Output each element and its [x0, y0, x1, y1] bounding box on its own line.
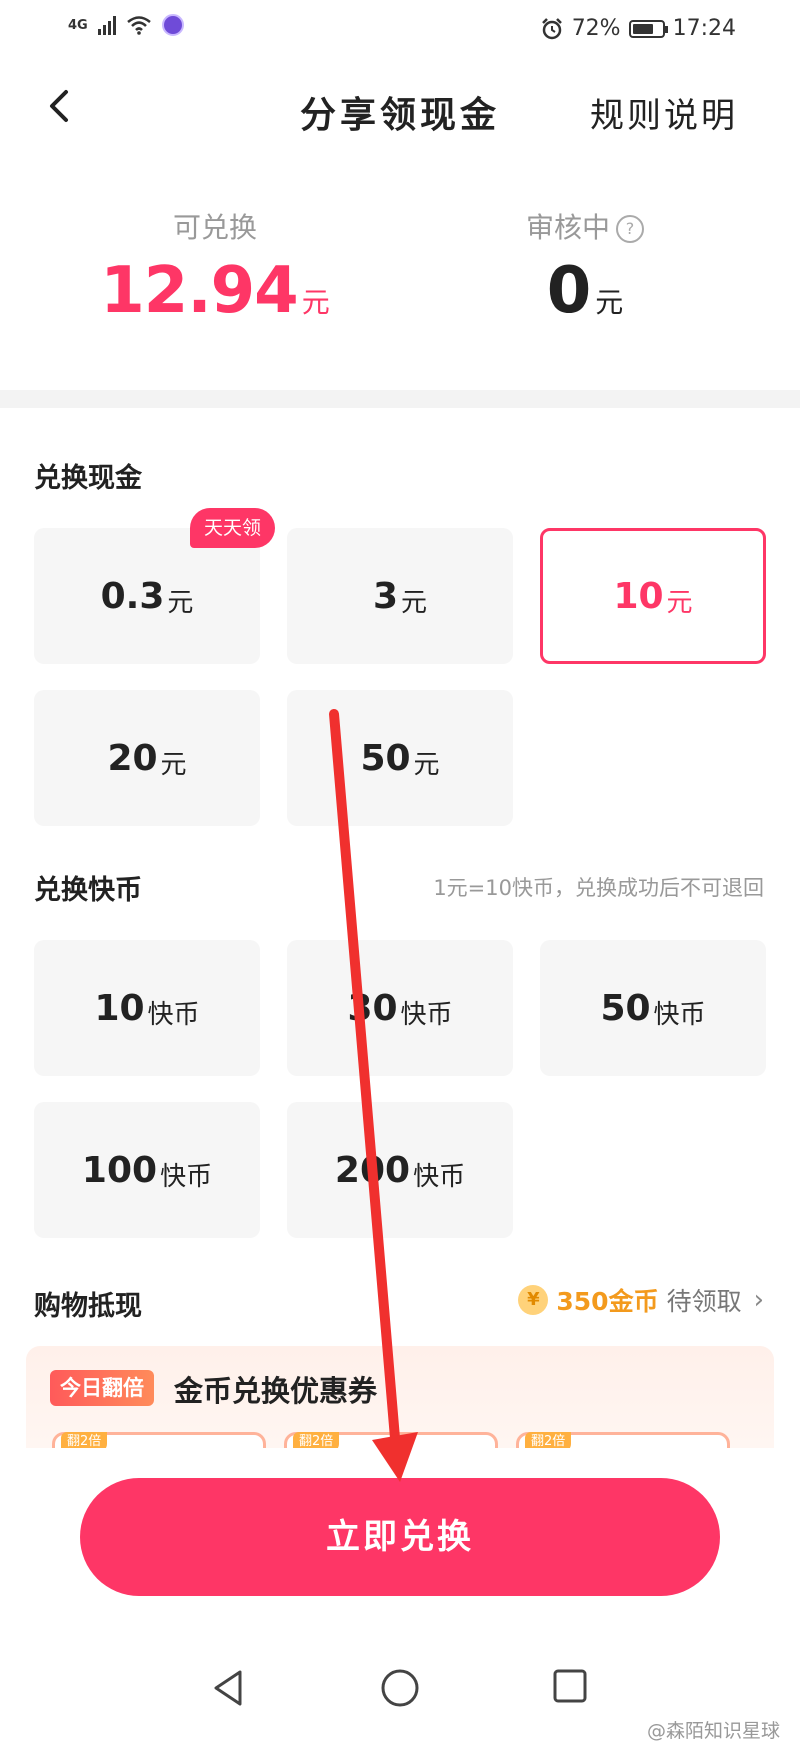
option-value: 20	[107, 737, 158, 779]
option-unit: 元	[167, 587, 194, 618]
wifi-icon	[126, 16, 151, 35]
option-value: 0.3	[100, 575, 165, 617]
promo-title: 金币兑换优惠券	[174, 1374, 378, 1408]
shopping-title: 购物抵现	[34, 1291, 142, 1322]
reviewing-unit: 元	[595, 286, 624, 319]
option-unit: 快币	[160, 1161, 213, 1192]
option-value: 3	[372, 575, 399, 617]
daily-badge: 天天领	[190, 508, 276, 548]
option-unit: 快币	[147, 999, 200, 1030]
coupon-tag: 翻2倍	[61, 1432, 108, 1448]
reviewing-value: 0	[546, 254, 592, 328]
pending-coins-link[interactable]: ¥ 350金币 待领取 ›	[518, 1282, 764, 1318]
coupon-tag: 翻2倍	[525, 1432, 572, 1448]
cash-option-20[interactable]: 20 元	[34, 690, 260, 826]
coupon-tag: 翻2倍	[293, 1432, 340, 1448]
coupon-card[interactable]: 翻2倍	[284, 1432, 498, 1448]
coupon-promo-card[interactable]: 今日翻倍 金币兑换优惠券 翻2倍 翻2倍 翻2倍	[26, 1346, 774, 1448]
chevron-right-icon: ›	[753, 1285, 764, 1315]
cash-exchange-title: 兑换现金	[34, 463, 142, 494]
option-unit: 元	[413, 749, 440, 780]
battery-percent: 72%	[571, 16, 621, 41]
nav-back-triangle-icon[interactable]	[210, 1668, 246, 1708]
option-value: 50	[360, 737, 411, 779]
coin-option-10[interactable]: 10 快币	[34, 940, 260, 1076]
redeemable-label: 可兑换	[172, 211, 257, 244]
status-bar-left: 4G	[68, 14, 184, 36]
coin-exchange-note: 1元=10快币，兑换成功后不可退回	[433, 876, 764, 900]
option-value: 200	[334, 1149, 411, 1191]
option-value: 100	[81, 1149, 158, 1191]
option-value: 50	[600, 987, 651, 1029]
nav-recent-square-icon[interactable]	[552, 1668, 588, 1704]
cash-option-10[interactable]: 10 元	[540, 528, 766, 664]
help-icon[interactable]: ?	[616, 215, 644, 243]
redeemable-balance: 可兑换 12.94 元	[0, 206, 430, 328]
watermark: @森陌知识星球	[646, 1720, 780, 1742]
coin-option-50[interactable]: 50 快币	[540, 940, 766, 1076]
option-value: 30	[347, 987, 398, 1029]
promo-tag: 今日翻倍	[50, 1370, 154, 1406]
coupon-card[interactable]: 翻2倍	[52, 1432, 266, 1448]
option-value: 10	[613, 575, 664, 617]
reviewing-balance: 审核中? 0元	[370, 206, 800, 328]
option-unit: 元	[160, 749, 187, 780]
network-type: 4G	[68, 17, 88, 33]
option-unit: 快币	[413, 1161, 466, 1192]
coins-amount: 350金币	[556, 1287, 659, 1316]
coupon-card[interactable]: 翻2倍	[516, 1432, 730, 1448]
coins-pending-label: 待领取	[666, 1287, 742, 1316]
cash-option-50[interactable]: 50 元	[287, 690, 513, 826]
alarm-icon	[541, 17, 562, 39]
clock: 17:24	[672, 16, 736, 41]
option-value: 10	[94, 987, 145, 1029]
app-notification-icon	[161, 14, 184, 36]
cash-option-3[interactable]: 3元	[287, 528, 513, 664]
section-divider	[0, 390, 800, 408]
exchange-now-button[interactable]: 立即兑换	[80, 1478, 720, 1596]
nav-home-circle-icon[interactable]	[380, 1668, 420, 1708]
redeemable-unit: 元	[301, 286, 330, 319]
coin-option-30[interactable]: 30 快币	[287, 940, 513, 1076]
signal-icon	[97, 15, 116, 35]
cash-option-0-3[interactable]: 0.3 元	[34, 528, 260, 664]
status-bar-right: 72% 17:24	[540, 16, 736, 41]
redeemable-value: 12.94	[100, 254, 298, 328]
battery-level-fill	[632, 23, 653, 34]
coin-option-100[interactable]: 100 快币	[34, 1102, 260, 1238]
battery-icon	[628, 19, 668, 38]
reviewing-label: 审核中	[525, 211, 610, 244]
status-bar: 4G 72% 17:24	[0, 0, 800, 60]
option-unit: 快币	[400, 999, 453, 1030]
option-unit: 元	[666, 587, 693, 618]
coin-icon: ¥	[518, 1285, 549, 1315]
option-unit: 元	[401, 587, 428, 618]
rules-link[interactable]: 规则说明	[590, 88, 738, 137]
coin-exchange-title: 兑换快币	[34, 875, 142, 906]
coin-option-200[interactable]: 200 快币	[287, 1102, 513, 1238]
option-unit: 快币	[653, 999, 706, 1030]
